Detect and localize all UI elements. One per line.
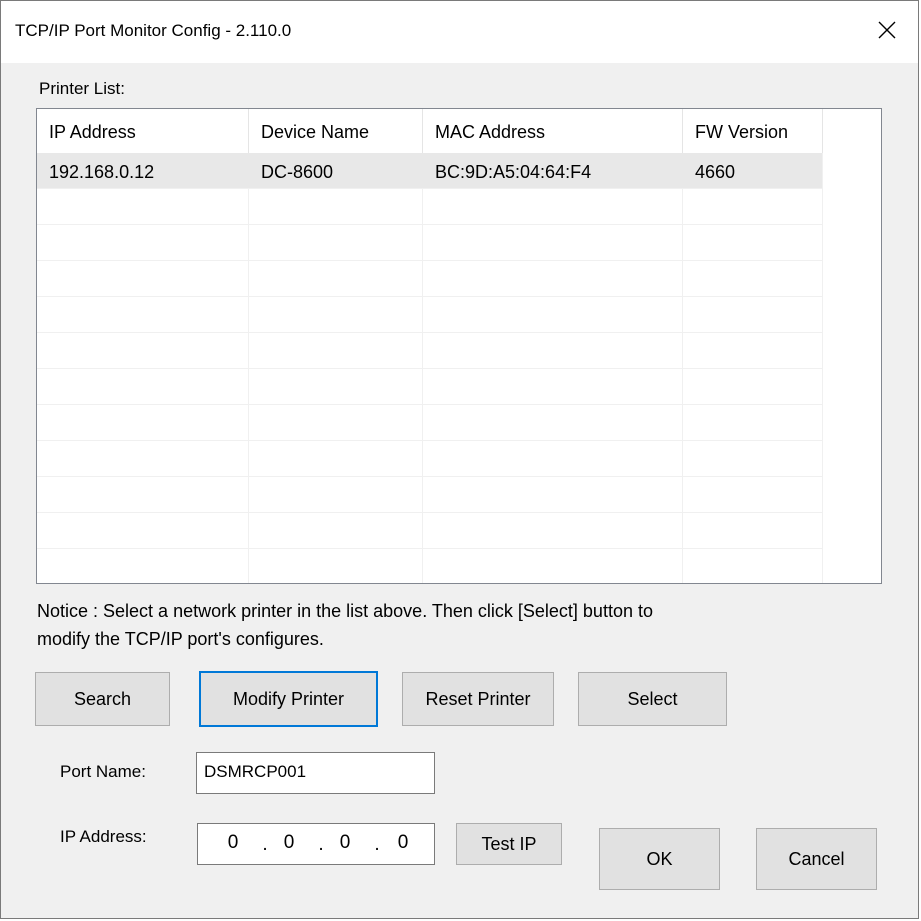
cancel-button[interactable]: Cancel [756, 828, 877, 890]
ip-separator: . [318, 834, 324, 855]
ip-octet-2[interactable]: 0 [278, 824, 300, 864]
notice-line-1: Notice : Select a network printer in the… [37, 601, 653, 621]
grid-line [822, 153, 823, 583]
ip-octet-3[interactable]: 0 [334, 824, 356, 864]
column-header-mac-address[interactable]: MAC Address [423, 109, 683, 153]
title-bar: TCP/IP Port Monitor Config - 2.110.0 [1, 1, 918, 63]
config-dialog: TCP/IP Port Monitor Config - 2.110.0 Pri… [0, 0, 919, 919]
column-header-fw-version[interactable]: FW Version [683, 109, 823, 153]
empty-row [37, 549, 822, 583]
printer-list[interactable]: IP Address Device Name MAC Address FW Ve… [36, 108, 882, 584]
ip-octet-1[interactable]: 0 [222, 824, 244, 864]
row-mac-address: BC:9D:A5:04:64:F4 [435, 162, 592, 182]
port-name-label: Port Name: [60, 762, 146, 781]
empty-row [37, 513, 822, 549]
empty-row [37, 369, 822, 405]
search-button[interactable]: Search [35, 672, 170, 726]
select-button[interactable]: Select [578, 672, 727, 726]
empty-row [37, 405, 822, 441]
row-fw-version: 4660 [695, 162, 736, 182]
empty-row [37, 297, 822, 333]
empty-row [37, 441, 822, 477]
empty-row [37, 261, 822, 297]
notice-line-2: modify the TCP/IP port's configures. [37, 629, 324, 649]
test-ip-button[interactable]: Test IP [456, 823, 562, 865]
close-icon [878, 21, 896, 44]
ip-address-field[interactable]: 0 . 0 . 0 . 0 [197, 823, 435, 865]
row-ip-address: 192.168.0.12 [49, 162, 155, 182]
printer-list-label: Printer List: [39, 79, 125, 98]
ip-separator: . [374, 834, 380, 855]
ok-button[interactable]: OK [599, 828, 720, 890]
port-name-value: DSMRCP001 [204, 762, 307, 781]
empty-row [37, 477, 822, 513]
column-header-device-name[interactable]: Device Name [249, 109, 423, 153]
ip-address-label: IP Address: [60, 827, 147, 846]
window-title: TCP/IP Port Monitor Config - 2.110.0 [15, 21, 292, 40]
close-button[interactable] [856, 1, 918, 63]
modify-printer-button[interactable]: Modify Printer [199, 671, 378, 727]
column-header-ip-address[interactable]: IP Address [37, 109, 249, 153]
row-device-name: DC-8600 [261, 162, 334, 182]
notice-text: Notice : Select a network printer in the… [37, 597, 857, 653]
ip-separator: . [262, 834, 268, 855]
table-row[interactable]: 192.168.0.12 DC-8600 BC:9D:A5:04:64:F4 4… [37, 153, 822, 189]
list-header: IP Address Device Name MAC Address FW Ve… [37, 109, 881, 153]
port-name-field[interactable]: DSMRCP001 [196, 752, 435, 794]
empty-row [37, 189, 822, 225]
empty-row [37, 333, 822, 369]
reset-printer-button[interactable]: Reset Printer [402, 672, 554, 726]
empty-row [37, 225, 822, 261]
ip-octet-4[interactable]: 0 [392, 824, 414, 864]
